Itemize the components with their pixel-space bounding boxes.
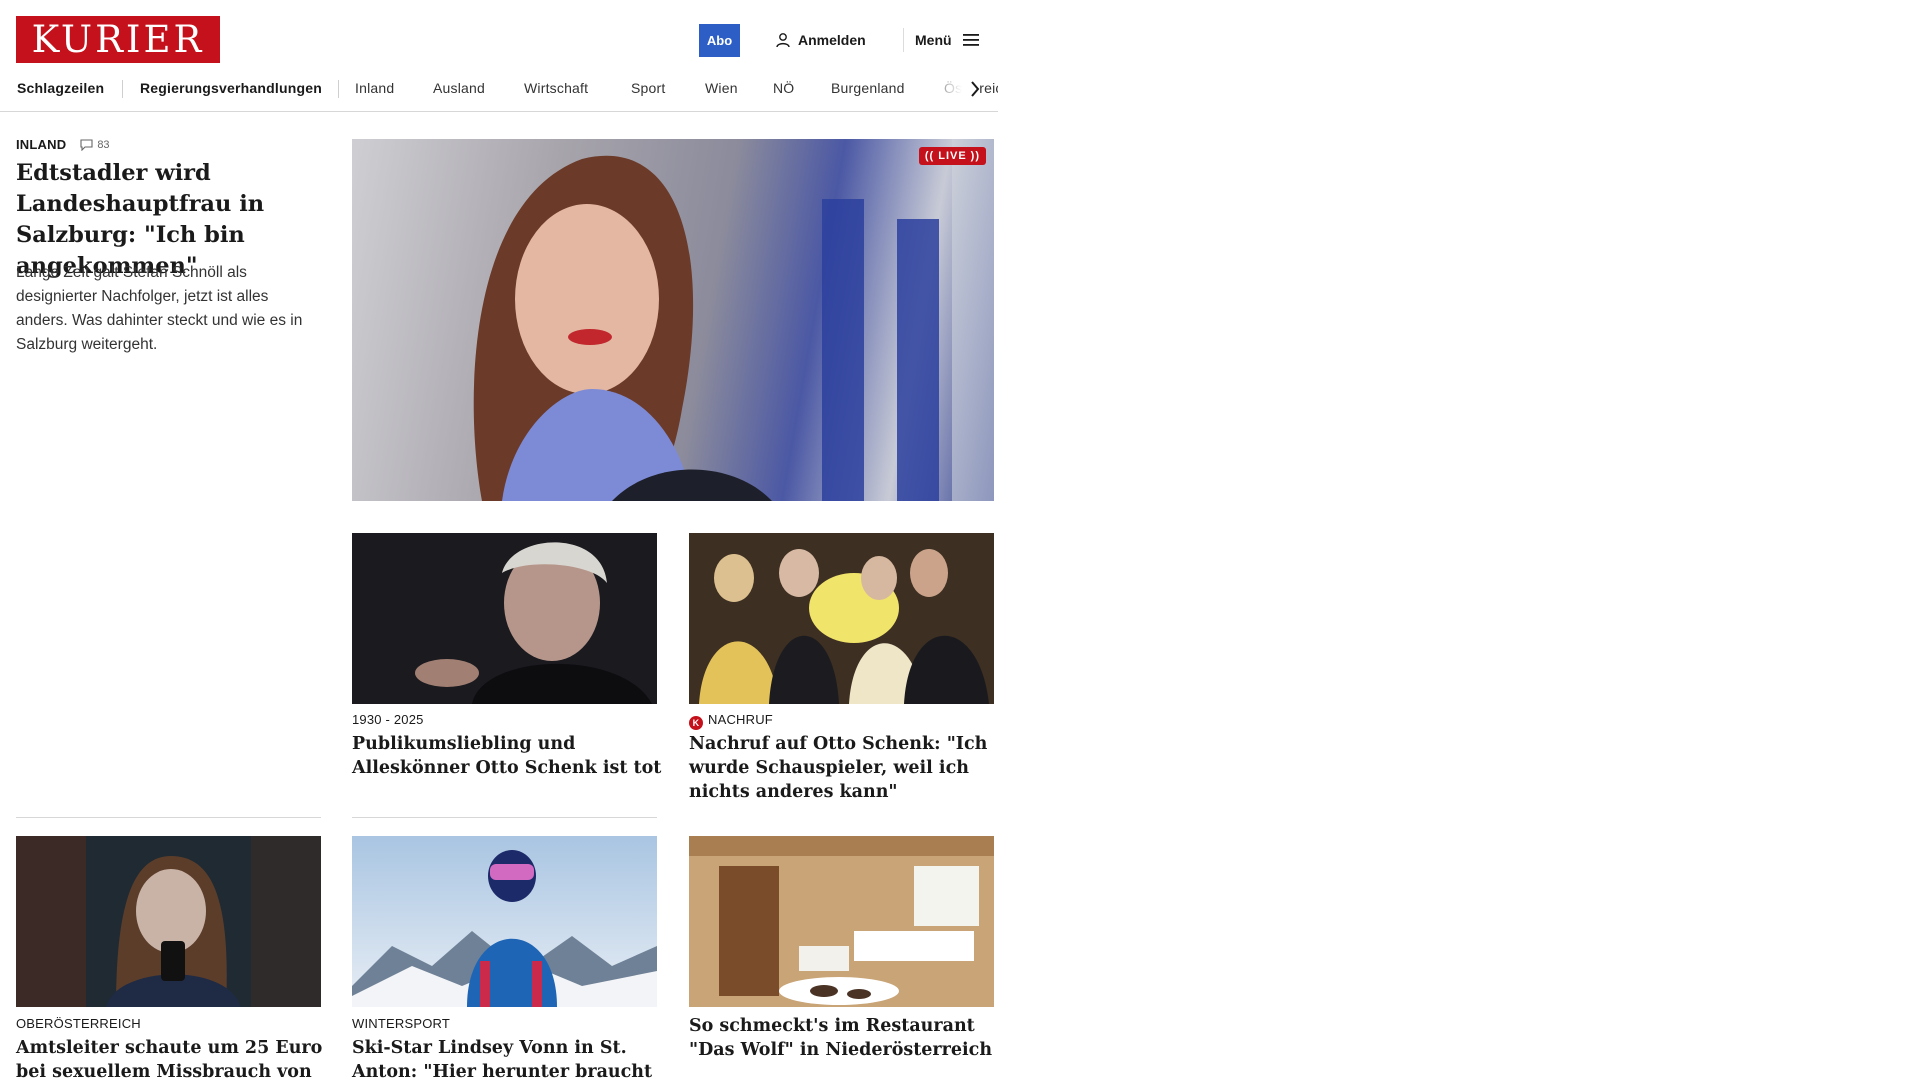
nav-item-schlagzeilen[interactable]: Schlagzeilen [17, 80, 104, 96]
lead-photo-illustration [473, 139, 994, 501]
lead-teaser: Lange Zeit galt Stefan Schnöll als desig… [16, 264, 303, 353]
article-image[interactable] [352, 836, 657, 1007]
login-button[interactable]: Anmelden [775, 30, 866, 50]
menu-button[interactable]: Menü [915, 30, 980, 50]
chevron-right-icon [971, 81, 980, 97]
article-image[interactable] [352, 533, 657, 704]
row-divider [352, 817, 657, 818]
header-divider [903, 28, 904, 52]
article-kicker: Wintersport [352, 1016, 451, 1031]
article-headline[interactable]: Publikumsliebling und Alleskön­ner Otto … [352, 732, 662, 780]
live-signal-icon: )) [970, 150, 980, 162]
lead-meta: Inland 83 [16, 137, 110, 152]
article-kicker: K Nachruf [689, 712, 773, 730]
lead-kicker[interactable]: Inland [16, 137, 66, 152]
live-label: LIVE [938, 150, 967, 162]
restaurant-interior-illustration [689, 836, 994, 1007]
nav-item-inland[interactable]: Inland [355, 80, 394, 96]
live-signal-icon: (( [924, 150, 935, 162]
portrait-illustration [415, 542, 652, 704]
nav-item-wien[interactable]: Wien [705, 80, 738, 96]
comment-icon [80, 138, 93, 151]
kurier-plus-badge-icon: K [689, 716, 703, 730]
logo-text: KURIER [31, 18, 205, 61]
nav-item-regierungsverhandlungen[interactable]: Regierungsverhandlungen [140, 80, 322, 96]
nav-separator [122, 80, 123, 98]
menu-label: Menü [915, 32, 952, 48]
nav-separator [338, 80, 339, 98]
article-kicker: 1930 - 2025 [352, 712, 424, 727]
girl-with-phone-illustration [16, 836, 321, 1007]
nav-item-wirtschaft[interactable]: Wirtschaft [524, 80, 588, 96]
abo-button[interactable]: Abo [699, 24, 740, 57]
section-nav: Schlagzeilen Regierungsverhandlungen Inl… [0, 76, 998, 112]
row-divider [16, 817, 321, 818]
page: KURIER Abo Anmelden Menü Schlagzeilen Re… [0, 0, 1000, 1080]
article-headline[interactable]: Nachruf auf Otto Schenk: "Ich wurde Scha… [689, 732, 994, 804]
article-kicker-text: Nachruf [708, 712, 773, 727]
nav-next-button[interactable] [965, 78, 985, 100]
nav-item-burgenland[interactable]: Burgenland [831, 80, 905, 96]
lead-image[interactable]: (( LIVE )) [352, 139, 994, 501]
nav-item-sport[interactable]: Sport [631, 80, 665, 96]
article-kicker: Oberösterreich [16, 1016, 141, 1031]
article-headline[interactable]: Ski-Star Lindsey Vonn in St. Anton: "Hie… [352, 1036, 662, 1080]
live-badge: (( LIVE )) [918, 147, 986, 165]
nav-item-ausland[interactable]: Ausland [433, 80, 485, 96]
kurier-logo[interactable]: KURIER [16, 16, 220, 63]
article-headline[interactable]: So schmeckt's im Restaurant "Das Wolf" i… [689, 1014, 994, 1062]
comment-count[interactable]: 83 [80, 138, 110, 151]
article-image[interactable] [689, 836, 994, 1007]
nav-item-noe[interactable]: NÖ [773, 80, 794, 96]
article-image[interactable] [16, 836, 321, 1007]
login-label: Anmelden [798, 32, 866, 48]
wedding-scene-illustration [689, 533, 994, 704]
comment-count-value: 83 [97, 138, 110, 151]
skier-illustration [352, 850, 657, 1007]
user-icon [776, 33, 790, 48]
article-image[interactable] [689, 533, 994, 704]
hamburger-icon [962, 34, 979, 46]
article-headline[interactable]: Amtsleiter schaute um 25 Euro bei sexuel… [16, 1036, 326, 1080]
